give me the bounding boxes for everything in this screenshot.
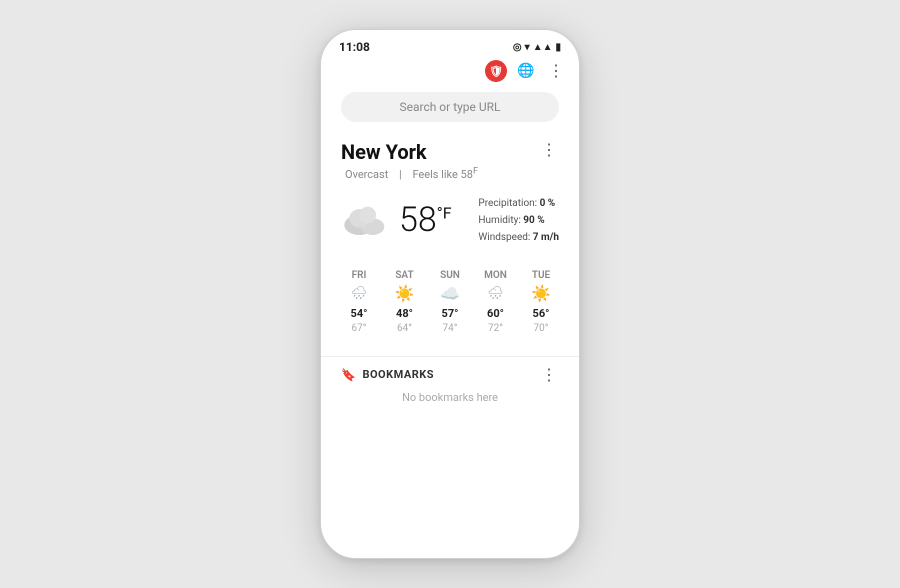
forecast-tue: TUE ☀️ 56° 70° <box>523 270 559 334</box>
weather-details: Precipitation: 0 % Humidity: 90 % Windsp… <box>478 195 559 246</box>
temp-low-mon: 60° <box>487 307 504 320</box>
temp-high-fri: 67° <box>352 323 367 334</box>
city-name: New York <box>341 140 482 164</box>
section-divider <box>321 356 579 357</box>
precipitation-row: Precipitation: 0 % <box>478 195 559 212</box>
battery-icon: ▮ <box>555 42 561 53</box>
feels-like-text: Feels like 58F <box>412 168 478 181</box>
cloud-icon-sun: ☁️ <box>440 284 460 304</box>
search-bar-container: Search or type URL <box>321 88 579 132</box>
temp-low-tue: 56° <box>533 307 550 320</box>
temperature-display: 58°F <box>399 200 452 240</box>
bookmarks-title: 🔖 BOOKMARKS <box>341 368 434 382</box>
content-area: New York Overcast | Feels like 58F ⋮ <box>321 132 579 342</box>
bookmark-icon: 🔖 <box>341 368 356 382</box>
weather-location-info: New York Overcast | Feels like 58F <box>341 140 482 181</box>
temp-high-tue: 70° <box>534 323 549 334</box>
bookmarks-section: 🔖 BOOKMARKS ⋮ No bookmarks here <box>321 365 579 404</box>
status-time: 11:08 <box>339 40 370 54</box>
weather-left: 58°F <box>341 200 452 240</box>
phone-frame: 11:08 ◎ ▾ ▲▲ ▮ 🛡 🌐 ⋮ Search or type URL … <box>320 29 580 559</box>
search-input[interactable]: Search or type URL <box>341 92 559 122</box>
temp-high-sat: 64° <box>397 323 412 334</box>
day-label-sat: SAT <box>395 270 413 281</box>
temp-high-sun: 74° <box>443 323 458 334</box>
eye-icon: ◎ <box>513 42 522 53</box>
more-options-icon[interactable]: ⋮ <box>545 60 567 82</box>
bookmarks-label: BOOKMARKS <box>362 368 434 381</box>
weather-header: New York Overcast | Feels like 58F ⋮ <box>341 140 559 181</box>
sun-icon-tue: ☀️ <box>531 284 551 304</box>
weather-subtitle: Overcast | Feels like 58F <box>341 166 482 181</box>
signal-icon: ▲▲ <box>533 42 553 53</box>
status-bar: 11:08 ◎ ▾ ▲▲ ▮ <box>321 30 579 58</box>
forecast-sat: SAT ☀️ 48° 64° <box>387 270 423 334</box>
temp-low-sat: 48° <box>396 307 413 320</box>
weather-more-options[interactable]: ⋮ <box>539 140 559 160</box>
humidity-row: Humidity: 90 % <box>478 212 559 229</box>
no-bookmarks-text: No bookmarks here <box>341 391 559 404</box>
condition-text: Overcast <box>345 168 388 181</box>
separator: | <box>399 168 404 181</box>
rain-icon-fri: 🌧 <box>351 284 368 304</box>
windspeed-row: Windspeed: 7 m/h <box>478 229 559 246</box>
bookmarks-header: 🔖 BOOKMARKS ⋮ <box>341 365 559 385</box>
sun-icon-sat: ☀️ <box>395 284 415 304</box>
rain-icon-mon: 🌧 <box>487 284 504 304</box>
day-label-sun: SUN <box>440 270 460 281</box>
shield-icon[interactable]: 🛡 <box>485 60 507 82</box>
day-label-tue: TUE <box>532 270 550 281</box>
forecast-fri: FRI 🌧 54° 67° <box>341 270 377 334</box>
temp-low-sun: 57° <box>442 307 459 320</box>
temp-low-fri: 54° <box>351 307 368 320</box>
globe-icon[interactable]: 🌐 <box>515 60 537 82</box>
cloud-weather-icon <box>341 201 391 239</box>
day-label-fri: FRI <box>352 270 367 281</box>
day-label-mon: MON <box>484 270 507 281</box>
weather-main: 58°F Precipitation: 0 % Humidity: 90 % W… <box>341 195 559 246</box>
status-icons: ◎ ▾ ▲▲ ▮ <box>513 42 561 53</box>
temp-value: 58°F <box>399 200 452 240</box>
forecast-sun: SUN ☁️ 57° 74° <box>432 270 468 334</box>
forecast-row: FRI 🌧 54° 67° SAT ☀️ 48° 64° SUN ☁️ 57° … <box>341 260 559 334</box>
wifi-icon: ▾ <box>525 42 530 53</box>
bookmarks-more-options[interactable]: ⋮ <box>539 365 559 385</box>
temp-unit: °F <box>437 204 452 223</box>
forecast-mon: MON 🌧 60° 72° <box>478 270 514 334</box>
browser-toolbar: 🛡 🌐 ⋮ <box>321 58 579 88</box>
temp-high-mon: 72° <box>488 323 503 334</box>
